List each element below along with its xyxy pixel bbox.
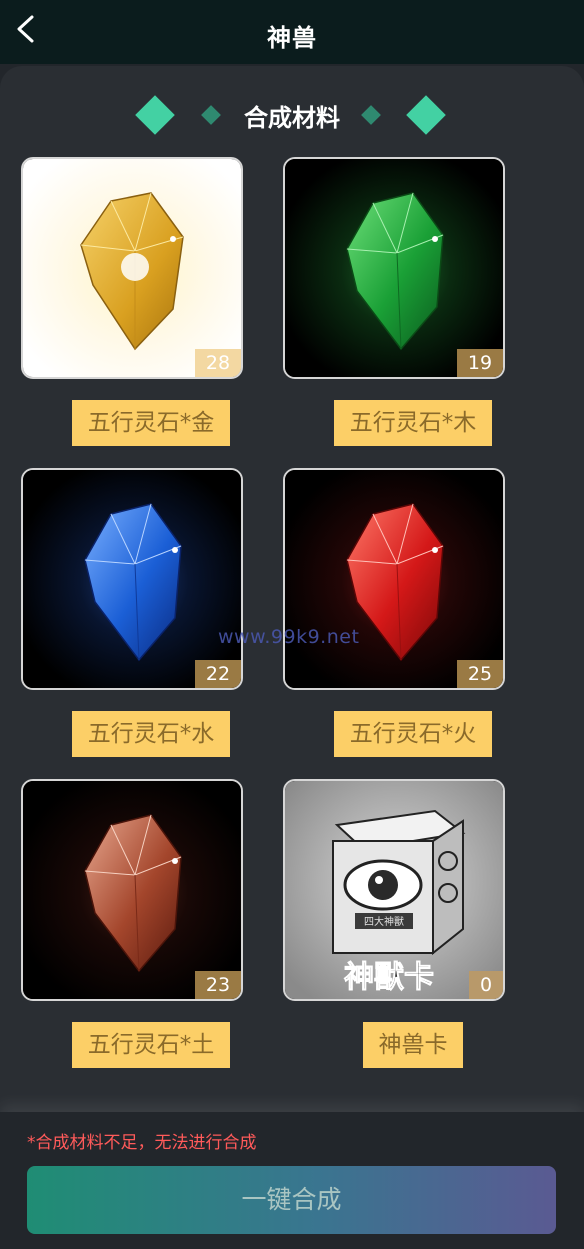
material-name: 五行灵石*火 — [334, 711, 492, 757]
material-card-water[interactable]: 22 — [21, 468, 243, 690]
material-name: 五行灵石*木 — [334, 400, 492, 446]
material-card-earth[interactable]: 23 — [21, 779, 243, 1001]
material-card-gold[interactable]: 28 — [21, 157, 243, 379]
card-title-art: 神獸卡 — [344, 960, 434, 995]
cube-side — [432, 819, 464, 956]
material-count: 22 — [195, 660, 241, 688]
material-name: 五行灵石*土 — [72, 1022, 230, 1068]
box-label: 四大神獸 — [364, 915, 404, 928]
material-count: 23 — [195, 971, 241, 999]
material-count: 0 — [469, 971, 503, 999]
material-card-wood[interactable]: 19 — [283, 157, 505, 379]
material-card-beast-card[interactable]: 四大神獸 神獸卡 0 — [283, 779, 505, 1001]
watermark: www.99k9.net — [218, 626, 360, 648]
material-name: 五行灵石*金 — [72, 400, 230, 446]
page-title: 神兽 — [267, 24, 317, 52]
material-name: 神兽卡 — [363, 1022, 463, 1068]
top-bar: 神兽 — [0, 0, 584, 64]
synthesize-button[interactable]: 一键合成 — [27, 1166, 556, 1234]
section-title: 合成材料 — [244, 104, 340, 132]
material-name: 五行灵石*水 — [72, 711, 230, 757]
section-header: 合成材料 — [0, 95, 584, 136]
material-count: 25 — [457, 660, 503, 688]
material-count: 19 — [457, 349, 503, 377]
material-card-fire[interactable]: 25 — [283, 468, 505, 690]
insufficient-notice: *合成材料不足，无法进行合成 — [27, 1133, 257, 1153]
material-count: 28 — [195, 349, 241, 377]
